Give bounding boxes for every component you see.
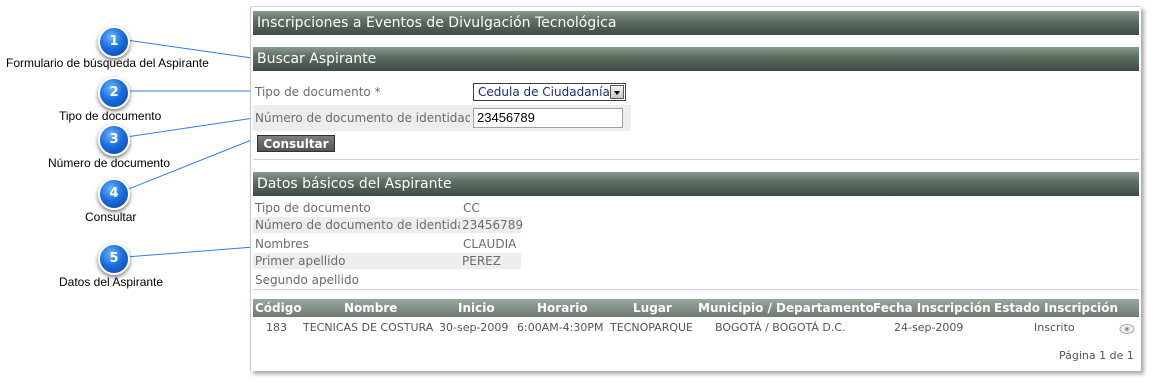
basic-data-section-header: Datos básicos del Aspirante [253, 172, 1139, 196]
basic-row-label-names: Nombres [255, 237, 309, 251]
callout-caption-1: Formulario de búsqueda del Aspirante [6, 56, 209, 70]
app-window: Inscripciones a Eventos de Divulgación T… [250, 6, 1141, 371]
callout-caption-2: Tipo de documento [59, 109, 162, 123]
consultar-button[interactable]: Consultar [257, 135, 335, 152]
callout-badge-5: 5 [98, 243, 130, 275]
basic-row-label-doc-number: Número de documento de identidad [253, 217, 473, 233]
cell-horario: 6:00AM-4:30PM [517, 321, 604, 334]
basic-row-label-doc-type: Tipo de documento [255, 201, 371, 215]
basic-row-value-first-surname: PEREZ [460, 253, 521, 269]
cell-municipio: BOGOTÁ / BOGOTÁ D.C. [715, 321, 846, 334]
basic-row-value-doc-number: 23456789 [460, 217, 524, 233]
cell-fecha-inscripcion: 24-sep-2009 [894, 321, 964, 334]
column-header-nombre: Nombre [344, 301, 398, 315]
callout-caption-3: Número de documento [48, 156, 171, 170]
table-divider [253, 289, 1139, 290]
callout-badge-4: 4 [98, 178, 130, 210]
leader-line-5 [125, 246, 255, 258]
doc-type-label: Tipo de documento * [255, 85, 381, 99]
doc-type-selected-value: Cedula de Ciudadanía [478, 85, 610, 99]
basic-row-value-names: CLAUDIA [463, 237, 517, 251]
table-row[interactable]: 183 TECNICAS DE COSTURA 30-sep-2009 6:00… [253, 319, 1139, 335]
cell-estado-inscripcion: Inscrito [1034, 321, 1075, 334]
callout-badge-2: 2 [98, 77, 130, 109]
cell-codigo: 183 [266, 321, 287, 334]
callout-caption-4: Consultar [85, 210, 137, 224]
doc-number-label: Número de documento de identidad * [253, 105, 482, 131]
section-divider [253, 159, 1139, 160]
basic-row-label-second-surname: Segundo apellido [255, 273, 359, 287]
doc-type-select[interactable]: Cedula de Ciudadanía [473, 83, 626, 101]
column-header-inicio: Inicio [458, 301, 495, 315]
doc-number-input[interactable]: 23456789 [473, 108, 623, 128]
column-header-lugar: Lugar [633, 301, 672, 315]
callout-badge-1: 1 [98, 26, 130, 58]
basic-row-label-first-surname: Primer apellido [253, 253, 460, 269]
cell-nombre: TECNICAS DE COSTURA [303, 321, 434, 334]
pagination-text: Página 1 de 1 [1059, 349, 1134, 362]
search-section-header: Buscar Aspirante [253, 47, 1139, 71]
dropdown-arrow-icon[interactable] [610, 85, 624, 99]
cell-inicio: 30-sep-2009 [439, 321, 509, 334]
column-header-horario: Horario [537, 301, 588, 315]
column-header-codigo: Código [255, 301, 302, 315]
app-title-bar: Inscripciones a Eventos de Divulgación T… [253, 11, 1139, 35]
results-table-header: Código Nombre Inicio Horario Lugar Munic… [253, 299, 1139, 317]
basic-row-value-doc-type: CC [463, 201, 480, 215]
callout-badge-3: 3 [98, 124, 130, 156]
cell-lugar: TECNOPARQUE [610, 321, 693, 334]
callout-caption-5: Datos del Aspirante [59, 275, 164, 289]
column-header-estado-inscripcion: Estado Inscripción [994, 301, 1119, 315]
eye-icon[interactable] [1119, 320, 1135, 339]
column-header-municipio: Municipio / Departamento [698, 301, 874, 315]
column-header-fecha-inscripcion: Fecha Inscripción [873, 301, 991, 315]
